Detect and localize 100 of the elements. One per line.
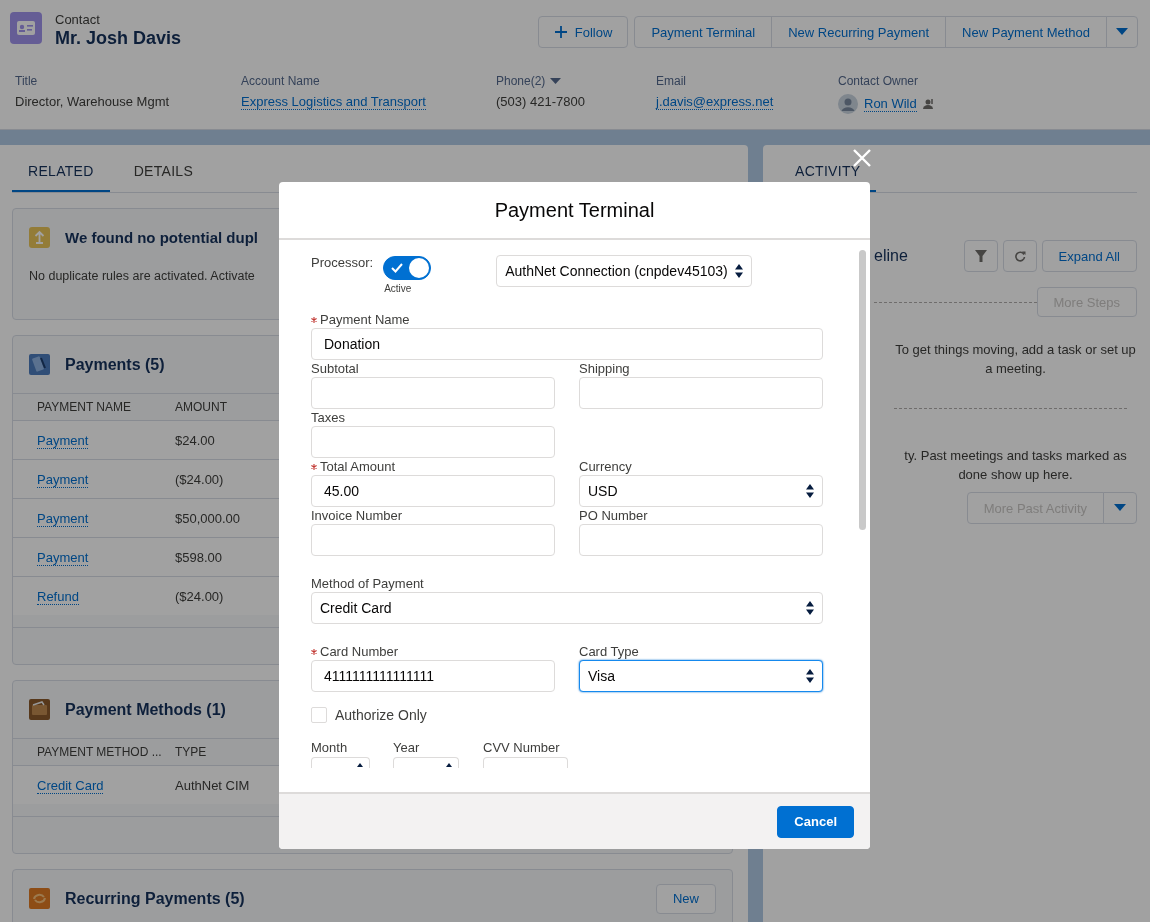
empty-state-text: To get things moving, add a task or set up a meeting. (894, 341, 1137, 378)
select-field[interactable] (393, 757, 459, 768)
expand-all-button[interactable]: Expand All (1041, 240, 1137, 272)
field-label: Method of Payment (311, 576, 424, 592)
field-label: Currency (579, 459, 632, 475)
action-button[interactable]: New Recurring Payment (771, 16, 947, 48)
input-field[interactable] (311, 426, 555, 458)
record-link[interactable]: Payment (37, 432, 89, 449)
record-link[interactable]: Payment (37, 510, 89, 527)
card-title: We found no potential dupl (65, 229, 259, 246)
column-header: PAYMENT NAME (37, 400, 132, 414)
new-button[interactable]: New (656, 883, 716, 914)
empty-state-text: ty. Past meetings and tasks marked as done show up here. (903, 447, 1128, 484)
object-type-label: Contact (55, 12, 101, 27)
card-title: Payment Methods (1) (65, 700, 226, 719)
caret-icon (446, 763, 452, 767)
avatar-icon (838, 94, 858, 114)
action-button[interactable]: New Payment Method (945, 16, 1107, 48)
filter-button[interactable] (963, 240, 998, 272)
field-label: Title (15, 74, 38, 88)
input-field[interactable] (579, 377, 823, 409)
field-label: Card Number (320, 644, 399, 660)
record-name: Mr. Josh Davis (55, 27, 182, 49)
column-header: TYPE (175, 745, 208, 759)
record-link[interactable]: Payment (37, 549, 89, 566)
card-title: Recurring Payments (5) (65, 889, 245, 908)
field-value: Director, Warehouse Mgmt (15, 94, 170, 109)
field-label: PO Number (579, 508, 648, 524)
field-label: Processor: (311, 255, 374, 271)
record-link[interactable]: Refund (37, 588, 79, 605)
caret-icon (1114, 504, 1126, 512)
input-field[interactable] (579, 524, 823, 556)
owner-link[interactable]: Ron Wild (864, 96, 917, 112)
field-label: Invoice Number (311, 508, 403, 524)
table-cell-text: ($24.00) (175, 471, 225, 487)
caret-icon[interactable] (550, 77, 562, 85)
field-label: Email (656, 74, 686, 88)
toggle-switch[interactable] (383, 256, 432, 280)
field-link[interactable]: j.davis@express.net (656, 94, 774, 110)
field-value: (503) 421-7800 (496, 94, 585, 109)
section-title: eline (874, 247, 908, 265)
sort-arrows-icon (806, 669, 814, 683)
recurring-icon (29, 888, 50, 909)
scrollbar[interactable] (859, 250, 866, 530)
sort-arrows-icon (735, 264, 744, 278)
tab[interactable]: DETAILS (117, 145, 210, 192)
follow-button[interactable]: Follow (537, 16, 629, 48)
sort-arrows-icon (806, 484, 814, 498)
payment-card-icon (29, 354, 50, 375)
dialog-title: Payment Terminal (494, 198, 655, 222)
change-owner-icon[interactable] (922, 98, 935, 110)
table-cell-text: $598.00 (175, 549, 223, 565)
check-icon (391, 263, 404, 273)
field-label: Card Type (579, 644, 639, 660)
caret-icon (357, 763, 363, 767)
table-cell-text: AuthNet CIM (175, 777, 251, 793)
select-field[interactable] (311, 757, 370, 768)
caret-icon (1116, 28, 1128, 36)
close-icon[interactable] (853, 149, 871, 167)
refresh-button[interactable] (1002, 240, 1037, 272)
input-field[interactable]: Donation (311, 328, 823, 360)
refresh-icon (1013, 250, 1026, 262)
field-label: Payment Name (320, 312, 410, 328)
card-title: Payments (5) (65, 355, 165, 374)
input-field[interactable] (483, 757, 568, 768)
field-label: Shipping (579, 361, 630, 377)
checkbox[interactable] (311, 707, 327, 723)
record-link[interactable]: Payment (37, 471, 89, 488)
select-field[interactable]: AuthNet Connection (cnpdev45103) (496, 255, 753, 287)
cancel-button[interactable]: Cancel (777, 805, 854, 838)
table-cell-text: $50,000.00 (175, 510, 242, 526)
action-button[interactable]: Payment Terminal (634, 16, 773, 48)
toggle-state-label: Active (384, 283, 412, 294)
record-link[interactable]: Credit Card (37, 777, 104, 794)
field-label: Account Name (241, 74, 320, 88)
field-label: Subtotal (311, 361, 359, 377)
input-field[interactable] (311, 377, 555, 409)
field-label: Year (393, 740, 420, 756)
select-field[interactable]: USD (579, 475, 823, 507)
merge-icon (29, 227, 50, 248)
input-field[interactable]: 45.00 (311, 475, 555, 507)
input-field[interactable]: 4111111111111111 (311, 660, 555, 692)
select-field[interactable]: Credit Card (311, 592, 823, 624)
wallet-icon (29, 699, 50, 720)
field-link[interactable]: Express Logistics and Transport (241, 94, 426, 110)
column-header: AMOUNT (175, 400, 228, 414)
field-label: Month (311, 740, 348, 756)
sort-arrows-icon (806, 601, 814, 615)
select-field[interactable]: Visa (579, 660, 823, 692)
field-label: Phone(2) (496, 74, 546, 88)
dropdown-button[interactable] (1103, 492, 1137, 524)
field-label: CVV Number (483, 740, 560, 756)
column-header: PAYMENT METHOD ... (37, 745, 163, 759)
table-cell-text: ($24.00) (175, 588, 225, 604)
checkbox-label: Authorize Only (335, 707, 427, 723)
duplicates-message: No duplicate rules are activated. Activate (29, 269, 255, 283)
input-field[interactable] (311, 524, 555, 556)
more-actions-button[interactable] (1106, 16, 1138, 48)
field-label: Taxes (311, 410, 345, 426)
tab[interactable]: RELATED (12, 145, 110, 192)
